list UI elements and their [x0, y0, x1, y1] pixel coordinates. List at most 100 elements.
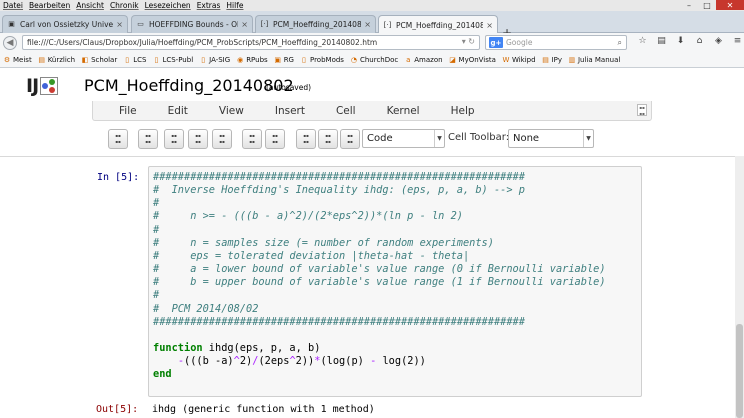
bookmark-meist[interactable]: ⚙ Meist [3, 56, 32, 64]
insert-cell-above-button[interactable]: ▪▪ ▪▪ [296, 129, 316, 149]
code-line: # [153, 197, 160, 209]
menu-help[interactable]: Help [451, 105, 475, 117]
navigation-bar: ◀ file:///C:/Users/Claus/Dropbox/Julia/H… [0, 33, 744, 52]
keyword-function: function [153, 342, 203, 354]
back-arrow-icon[interactable]: ◀ [3, 35, 17, 50]
menu-lesezeichen[interactable]: Lesezeichen [145, 1, 191, 10]
menu-chronik[interactable]: Chronik [110, 1, 139, 10]
close-window-button[interactable]: ✕ [716, 0, 744, 10]
menu-file[interactable]: File [119, 105, 137, 117]
menu-hilfe[interactable]: Hilfe [226, 1, 243, 10]
insert-cell-below-button[interactable]: ▪▪ ▪▪ [318, 129, 338, 149]
function-signature: ihdg(eps, p, a, b) [202, 342, 321, 354]
browser-menu-bar: Datei Bearbeiten Ansicht Chronik Lesezei… [0, 0, 744, 11]
reading-list-icon[interactable]: ▤ [652, 36, 671, 46]
book-icon: ▥ [568, 55, 576, 64]
bookmark-lcs-publ[interactable]: ▯ LCS-Publ [152, 56, 194, 64]
search-placeholder: Google [506, 38, 533, 47]
bookmark-ja-sig[interactable]: ▯ JA-SIG [199, 56, 230, 64]
bookmark-rg[interactable]: ▣ RG [274, 56, 294, 64]
menu-datei[interactable]: Datei [3, 1, 23, 10]
bookmark-rpubs[interactable]: ◉ RPubs [236, 56, 268, 64]
copy-cell-button[interactable]: ▪▪ ▪▪ [164, 129, 184, 149]
cell-type-select[interactable]: Code ▼ [362, 129, 445, 148]
vertical-scrollbar[interactable] [735, 156, 744, 418]
onvista-icon: ◪ [449, 55, 456, 64]
reload-icon[interactable]: ▾ ↻ [462, 37, 475, 46]
ijulia-logo[interactable]: IJ [26, 75, 59, 97]
hamburger-menu-icon[interactable]: ≡ [728, 36, 744, 46]
bookmark-churchdoc[interactable]: ◔ ChurchDoc [350, 56, 398, 64]
ipython-favicon-icon: [⋅] [383, 20, 392, 29]
close-tab-icon[interactable]: × [241, 20, 248, 29]
maximize-button[interactable]: □ [698, 0, 716, 10]
menu-edit[interactable]: Edit [168, 105, 188, 117]
paste-below-button[interactable]: ▪▪ ▪▪ [212, 129, 232, 149]
url-bar[interactable]: file:///C:/Users/Claus/Dropbox/Julia/Hoe… [22, 35, 480, 50]
folder-icon: ▤ [38, 55, 45, 64]
julia-dots-icon [40, 77, 59, 95]
bookmark-wikipd[interactable]: W Wikipd [502, 56, 535, 64]
keyword-end: end [153, 368, 172, 380]
keyboard-shortcuts-icon[interactable]: ▪▪ ▪▪ [637, 104, 647, 116]
tab-pcm-hoeffding-active[interactable]: [⋅] PCM_Hoeffding_20140802 × [378, 15, 498, 34]
code-line: ########################################… [153, 171, 525, 183]
cell-toolbar-value: None [513, 133, 540, 144]
uni-favicon-icon: ▣ [8, 20, 15, 28]
rg-icon: ▣ [274, 55, 281, 64]
cell-toolbar-select[interactable]: None ▼ [508, 129, 594, 148]
search-icon[interactable]: ⌕ [618, 38, 622, 48]
tab-hoeffding-bounds[interactable]: ▭ HOEFFDING Bounds - Old... × [131, 15, 253, 33]
input-prompt: In [5]: [97, 172, 140, 183]
ipython-favicon-icon: [⋅] [260, 20, 269, 28]
code-line: # n = samples size (= number of random e… [153, 237, 494, 249]
cut-cell-button[interactable]: ▪▪ ▪▪ [138, 129, 158, 149]
search-bar[interactable]: g+ Google ⌕ [485, 35, 627, 50]
toolbar-icons: ☆ ▤ ⬇ ⌂ ◈ ≡ [633, 36, 744, 46]
code-line: ########################################… [153, 316, 525, 328]
move-cell-down-button[interactable]: ▪▪ ▪▪ [265, 129, 285, 149]
close-tab-icon[interactable]: × [116, 20, 123, 29]
tab-ossietzky[interactable]: ▣ Carl von Ossietzky Universi... × [2, 15, 128, 33]
code-line: # eps = tolerated deviation |theta-hat -… [153, 250, 470, 262]
code-line: # [153, 289, 160, 301]
paste-cell-button[interactable]: ▪▪ ▪▪ [188, 129, 208, 149]
code-line: # a = lower bound of variable's value ra… [153, 263, 606, 275]
save-notebook-button[interactable]: ▪▪ ▪▪ [108, 129, 128, 149]
notebook-title[interactable]: PCM_Hoeffding_20140802 [84, 76, 294, 95]
bookmark-lcs[interactable]: ▯ LCS [123, 56, 146, 64]
bookmark-julia-manual[interactable]: ▥ Julia Manual [568, 55, 621, 64]
download-icon[interactable]: ⬇ [671, 36, 690, 46]
menu-bearbeiten[interactable]: Bearbeiten [29, 1, 70, 10]
amazon-icon: a [406, 55, 411, 64]
run-cell-button[interactable]: ▪▪ ▪▪ [340, 129, 360, 149]
page-favicon-icon: ▭ [137, 20, 144, 28]
menu-view[interactable]: View [219, 105, 244, 117]
bookmark-amazon[interactable]: a Amazon [404, 56, 442, 64]
minimize-button[interactable]: – [680, 0, 698, 10]
bookmark-myonvista[interactable]: ◪ MyOnVista [449, 56, 496, 64]
bookmark-probmods[interactable]: ▯ ProbMods [300, 56, 344, 64]
menu-cell[interactable]: Cell [336, 105, 356, 117]
move-cell-up-button[interactable]: ▪▪ ▪▪ [242, 129, 262, 149]
scrollbar-thumb[interactable] [736, 324, 743, 418]
bookmark-kurzlich[interactable]: ▤ Kürzlich [38, 56, 75, 64]
menu-ansicht[interactable]: Ansicht [76, 1, 104, 10]
close-tab-icon[interactable]: × [486, 21, 493, 30]
home-icon[interactable]: ⌂ [690, 36, 709, 46]
code-line: # Inverse Hoeffding's Inequality ihdg: (… [153, 184, 525, 196]
google-plus-icon[interactable]: g+ [489, 37, 503, 48]
bookmark-scholar[interactable]: ◧ Scholar [81, 56, 117, 64]
bookmark-ipy[interactable]: ▤ IPy [542, 56, 562, 64]
menu-kernel[interactable]: Kernel [387, 105, 420, 117]
menu-insert[interactable]: Insert [275, 105, 305, 117]
pocket-icon[interactable]: ◈ [709, 36, 728, 46]
tab-bar: ▣ Carl von Ossietzky Universi... × ▭ HOE… [0, 11, 744, 40]
close-tab-icon[interactable]: × [364, 20, 371, 29]
gear-icon: ⚙ [3, 55, 11, 64]
rpubs-icon: ◉ [237, 55, 244, 64]
menu-extras[interactable]: Extras [197, 1, 221, 10]
bookmark-star-icon[interactable]: ☆ [633, 36, 652, 46]
code-cell-editor[interactable]: ########################################… [148, 166, 642, 397]
tab-pcm-hoeffding-1[interactable]: [⋅] PCM_Hoeffding_20140802 × [255, 15, 376, 33]
